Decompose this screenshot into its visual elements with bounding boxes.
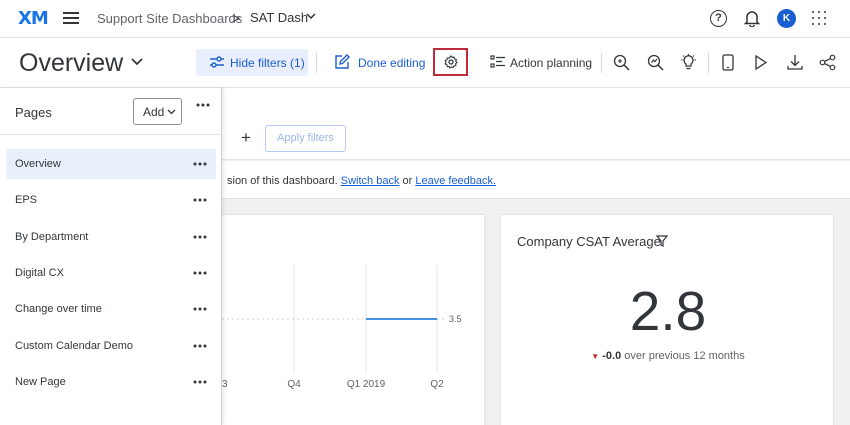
line-chart: 3.5 3 Q4 Q1 2019 Q2 xyxy=(222,265,462,390)
apps-grid-icon[interactable] xyxy=(812,11,826,25)
page-item-label: Custom Calendar Demo xyxy=(15,339,133,352)
pencil-edit-icon xyxy=(335,54,350,69)
insights-search-icon[interactable] xyxy=(647,54,664,71)
more-options-icon[interactable] xyxy=(193,162,207,166)
pages-panel: Pages Add Overview EPS By Department Digita… xyxy=(0,88,222,425)
top-bar: XM Support Site Dashboards > SAT Dash ? … xyxy=(0,0,850,38)
widget-title: Company CSAT Average xyxy=(517,234,661,249)
toolbar-divider xyxy=(601,53,602,73)
more-options-icon[interactable] xyxy=(193,271,207,275)
zoom-search-icon[interactable] xyxy=(613,54,630,71)
xm-logo[interactable]: XM xyxy=(18,8,49,29)
more-options-icon[interactable] xyxy=(193,307,207,311)
pages-title: Pages xyxy=(15,105,52,120)
done-editing-label: Done editing xyxy=(358,56,426,70)
add-page-button[interactable]: Add xyxy=(133,98,182,125)
apply-filters-button[interactable]: Apply filters xyxy=(265,125,346,152)
breadcrumb-dashboard[interactable]: SAT Dash xyxy=(250,10,308,25)
action-planning-icon xyxy=(490,55,505,68)
delta-text: over previous 12 months xyxy=(621,350,745,362)
hide-filters-button[interactable]: Hide filters (1) xyxy=(196,49,308,76)
chevron-down-icon[interactable] xyxy=(306,13,316,20)
share-icon[interactable] xyxy=(819,54,836,71)
more-options-icon[interactable] xyxy=(196,103,210,107)
dashboard-toolbar: Overview Hide filters (1) Done editing A… xyxy=(0,38,850,88)
page-item-label: Change over time xyxy=(15,303,102,316)
panel-divider xyxy=(0,134,222,135)
page-item[interactable]: EPS xyxy=(6,185,216,215)
page-item[interactable]: By Department xyxy=(6,222,216,252)
filter-bar: + Apply filters xyxy=(222,88,850,160)
page-item[interactable]: Change over time xyxy=(6,294,216,324)
down-triangle-icon: ▼ xyxy=(591,352,600,361)
page-item-label: Digital CX xyxy=(15,266,64,279)
more-options-icon[interactable] xyxy=(193,198,207,202)
csat-value: 2.8 xyxy=(629,280,707,342)
action-planning-label: Action planning xyxy=(510,56,593,70)
delta-value: -0.0 xyxy=(602,350,622,362)
lightbulb-icon[interactable] xyxy=(680,54,697,71)
mobile-preview-icon[interactable] xyxy=(722,54,734,71)
play-icon[interactable] xyxy=(754,54,768,71)
chevron-down-icon[interactable] xyxy=(131,58,143,66)
more-options-icon[interactable] xyxy=(193,380,207,384)
page-item[interactable]: New Page xyxy=(6,367,216,397)
page-item[interactable]: Custom Calendar Demo xyxy=(6,331,216,361)
notice-text: sion of this dashboard. xyxy=(227,175,341,187)
filter-sliders-icon xyxy=(210,56,224,68)
hide-filters-label: Hide filters (1) xyxy=(230,56,305,70)
page-title[interactable]: Overview xyxy=(19,49,123,78)
csat-average-widget[interactable]: Company CSAT Average 2.8 ▼ -0.0 over pre… xyxy=(500,214,834,425)
page-item-label: New Page xyxy=(15,375,66,388)
line-chart-widget[interactable]: 3.5 3 Q4 Q1 2019 Q2 xyxy=(222,214,485,425)
add-filter-button[interactable]: + xyxy=(241,128,251,148)
gear-icon xyxy=(444,55,458,69)
switch-back-link[interactable]: Switch back xyxy=(341,175,400,187)
page-item-label: By Department xyxy=(15,230,89,243)
more-options-icon[interactable] xyxy=(193,344,207,348)
leave-feedback-link[interactable]: Leave feedback. xyxy=(415,175,496,187)
x-tick-label: 3 xyxy=(222,379,228,390)
filter-funnel-icon[interactable] xyxy=(656,235,668,247)
toolbar-divider xyxy=(316,53,317,73)
breadcrumb-project[interactable]: Support Site Dashboards xyxy=(97,11,242,26)
x-tick-label: Q2 xyxy=(430,379,444,390)
x-tick-label: Q4 xyxy=(287,379,301,390)
toolbar-divider xyxy=(708,53,709,73)
more-options-icon[interactable] xyxy=(193,235,207,239)
x-tick-label: Q1 2019 xyxy=(347,379,386,390)
notice-or: or xyxy=(399,175,416,187)
chevron-down-icon xyxy=(167,109,176,115)
data-label: 3.5 xyxy=(449,314,462,324)
csat-delta: ▼ -0.0 over previous 12 months xyxy=(501,350,835,362)
settings-button[interactable] xyxy=(433,48,468,76)
help-icon[interactable]: ? xyxy=(710,10,727,27)
page-item-label: Overview xyxy=(15,158,61,170)
page-item[interactable]: Digital CX xyxy=(6,258,216,288)
avatar[interactable]: K xyxy=(777,9,796,28)
bell-icon[interactable] xyxy=(744,9,760,27)
menu-icon[interactable] xyxy=(63,12,79,25)
add-page-label: Add xyxy=(143,105,165,119)
breadcrumb-separator: > xyxy=(232,10,241,26)
page-item[interactable]: Overview xyxy=(6,149,216,179)
version-notice: sion of this dashboard. Switch back or L… xyxy=(222,161,850,199)
download-icon[interactable] xyxy=(787,54,803,71)
page-item-label: EPS xyxy=(15,194,38,207)
